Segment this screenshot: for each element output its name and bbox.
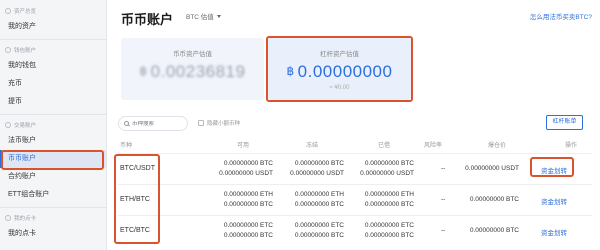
search-input[interactable] xyxy=(132,120,187,127)
table-header: 币种 可用 冻结 已借 风险率 爆仓价 操作 xyxy=(118,140,592,150)
available-value: 0.00000000 ETH xyxy=(223,191,273,198)
sidebar-section-title: 我的点卡 xyxy=(14,216,37,222)
btc-symbol-icon: ฿ xyxy=(139,64,148,78)
card-value-number: 0.00236819 xyxy=(150,62,246,81)
col-coin: 币种 xyxy=(120,143,133,149)
card-label: 币币资产估值 xyxy=(173,51,212,58)
liquidation-value: 0.00000000 USDT xyxy=(465,165,519,172)
borrowed-value: 0.00000000 USDT xyxy=(360,170,414,177)
frozen-cell: 0.00000000 ETH 0.00000000 BTC xyxy=(264,191,344,208)
search-icon xyxy=(124,121,129,126)
borrowed-value: 0.00000000 BTC xyxy=(364,201,414,208)
risk-value: -- xyxy=(441,196,446,203)
sidebar-item-my-wallet[interactable]: 我的钱包 xyxy=(0,57,106,75)
chevron-down-icon xyxy=(216,14,221,18)
frozen-value: 0.00000000 BTC xyxy=(294,201,344,208)
col-risk: 风险率 xyxy=(424,143,443,149)
frozen-value: 0.00000000 ETC xyxy=(294,222,344,229)
sidebar-item-futures-account[interactable]: 合约账户 xyxy=(0,168,106,186)
sidebar-item-ett-account[interactable]: ETT组合账户 xyxy=(0,186,106,204)
leverage-bill-button[interactable]: 杠杆账单 xyxy=(546,115,583,130)
frozen-cell: 0.00000000 ETC 0.00000000 BTC xyxy=(264,222,344,239)
risk-value: -- xyxy=(441,165,446,172)
available-value: 0.00000000 USDT xyxy=(219,170,273,177)
active-item-highlight xyxy=(1,150,104,170)
sidebar-section-title: 交易账户 xyxy=(14,123,37,129)
frozen-value: 0.00000000 USDT xyxy=(290,170,344,177)
borrowed-cell: 0.00000000 ETC 0.00000000 BTC xyxy=(334,222,414,239)
borrowed-value: 0.00000000 BTC xyxy=(364,232,414,239)
available-value: 0.00000000 ETC xyxy=(223,222,273,229)
available-cell: 0.00000000 ETC 0.00000000 BTC xyxy=(198,222,273,239)
frozen-value: 0.00000000 ETH xyxy=(294,191,344,198)
liquidation-value: 0.00000000 BTC xyxy=(469,227,519,234)
risk-value: -- xyxy=(441,227,446,234)
col-action: 操作 xyxy=(565,143,578,149)
sidebar-section-trading: 交易账户 xyxy=(0,118,106,132)
available-value: 0.00000000 BTC xyxy=(223,201,273,208)
page-title: 币币账户 xyxy=(121,12,174,27)
col-liquidation: 爆仓价 xyxy=(488,143,507,149)
hide-small-toggle[interactable]: 隐藏小额币种 xyxy=(198,119,240,127)
available-cell: 0.00000000 ETH 0.00000000 BTC xyxy=(198,191,273,208)
borrowed-value: 0.00000000 ETH xyxy=(364,191,414,198)
overview-icon xyxy=(5,8,11,14)
borrowed-cell: 0.00000000 ETH 0.00000000 BTC xyxy=(334,191,414,208)
sidebar-item-deposit[interactable]: 充币 xyxy=(0,75,106,93)
leverage-card-highlight xyxy=(266,36,413,102)
frozen-value: 0.00000000 BTC xyxy=(294,160,344,167)
sidebar-section-overview: 资产总览 xyxy=(0,4,106,18)
wallet-icon xyxy=(5,47,11,53)
trading-icon xyxy=(5,122,11,128)
sidebar: 资产总览 我的资产 钱包账户 我的钱包 充币 提币 交易账户 法币账户 币币账户… xyxy=(0,0,107,250)
table-row: BTC/USDT 0.00000000 BTC 0.00000000 USDT … xyxy=(118,153,592,184)
pair-column-highlight xyxy=(114,154,160,244)
divider xyxy=(0,207,106,208)
sidebar-item-my-assets[interactable]: 我的资产 xyxy=(0,18,106,36)
table-row: ETC/BTC 0.00000000 ETC 0.00000000 BTC 0.… xyxy=(118,215,592,246)
borrowed-value: 0.00000000 BTC xyxy=(364,160,414,167)
checkbox[interactable] xyxy=(198,120,204,126)
frozen-value: 0.00000000 BTC xyxy=(294,232,344,239)
spot-valuation-card: 币币资产估值 ฿ 0.00236819 xyxy=(121,38,264,100)
col-frozen: 冻结 xyxy=(306,143,319,149)
valuation-select-value: BTC 估值 xyxy=(186,14,214,21)
table-row: ETH/BTC 0.00000000 ETH 0.00000000 BTC 0.… xyxy=(118,184,592,215)
col-borrowed: 已借 xyxy=(378,143,391,149)
sidebar-item-fiat-account[interactable]: 法币账户 xyxy=(0,132,106,150)
divider xyxy=(0,39,106,40)
valuation-select[interactable]: BTC 估值 xyxy=(186,11,221,21)
sidebar-section-title: 钱包账户 xyxy=(14,48,37,54)
card-value: ฿ 0.00236819 xyxy=(121,62,264,82)
sidebar-section-title: 资产总览 xyxy=(14,9,37,15)
sidebar-section-points: 我的点卡 xyxy=(0,211,106,225)
divider xyxy=(0,114,106,115)
help-link[interactable]: 怎么用法币买卖BTC? xyxy=(530,11,592,21)
borrowed-value: 0.00000000 ETC xyxy=(364,222,414,229)
available-cell: 0.00000000 BTC 0.00000000 USDT xyxy=(198,160,273,177)
card-icon xyxy=(5,215,11,221)
borrowed-cell: 0.00000000 BTC 0.00000000 USDT xyxy=(334,160,414,177)
frozen-cell: 0.00000000 BTC 0.00000000 USDT xyxy=(264,160,344,177)
coin-search[interactable] xyxy=(118,116,188,131)
sidebar-item-my-points[interactable]: 我的点卡 xyxy=(0,225,106,243)
transfer-button[interactable]: 资金划转 xyxy=(536,227,572,237)
hide-small-label: 隐藏小额币种 xyxy=(207,121,241,127)
sidebar-section-wallet: 钱包账户 xyxy=(0,43,106,57)
liquidation-value: 0.00000000 BTC xyxy=(469,196,519,203)
col-available: 可用 xyxy=(237,143,250,149)
available-value: 0.00000000 BTC xyxy=(223,232,273,239)
transfer-button[interactable]: 资金划转 xyxy=(536,196,572,206)
available-value: 0.00000000 BTC xyxy=(223,160,273,167)
sidebar-item-withdraw[interactable]: 提币 xyxy=(0,93,106,111)
transfer-button-highlight xyxy=(530,157,574,177)
